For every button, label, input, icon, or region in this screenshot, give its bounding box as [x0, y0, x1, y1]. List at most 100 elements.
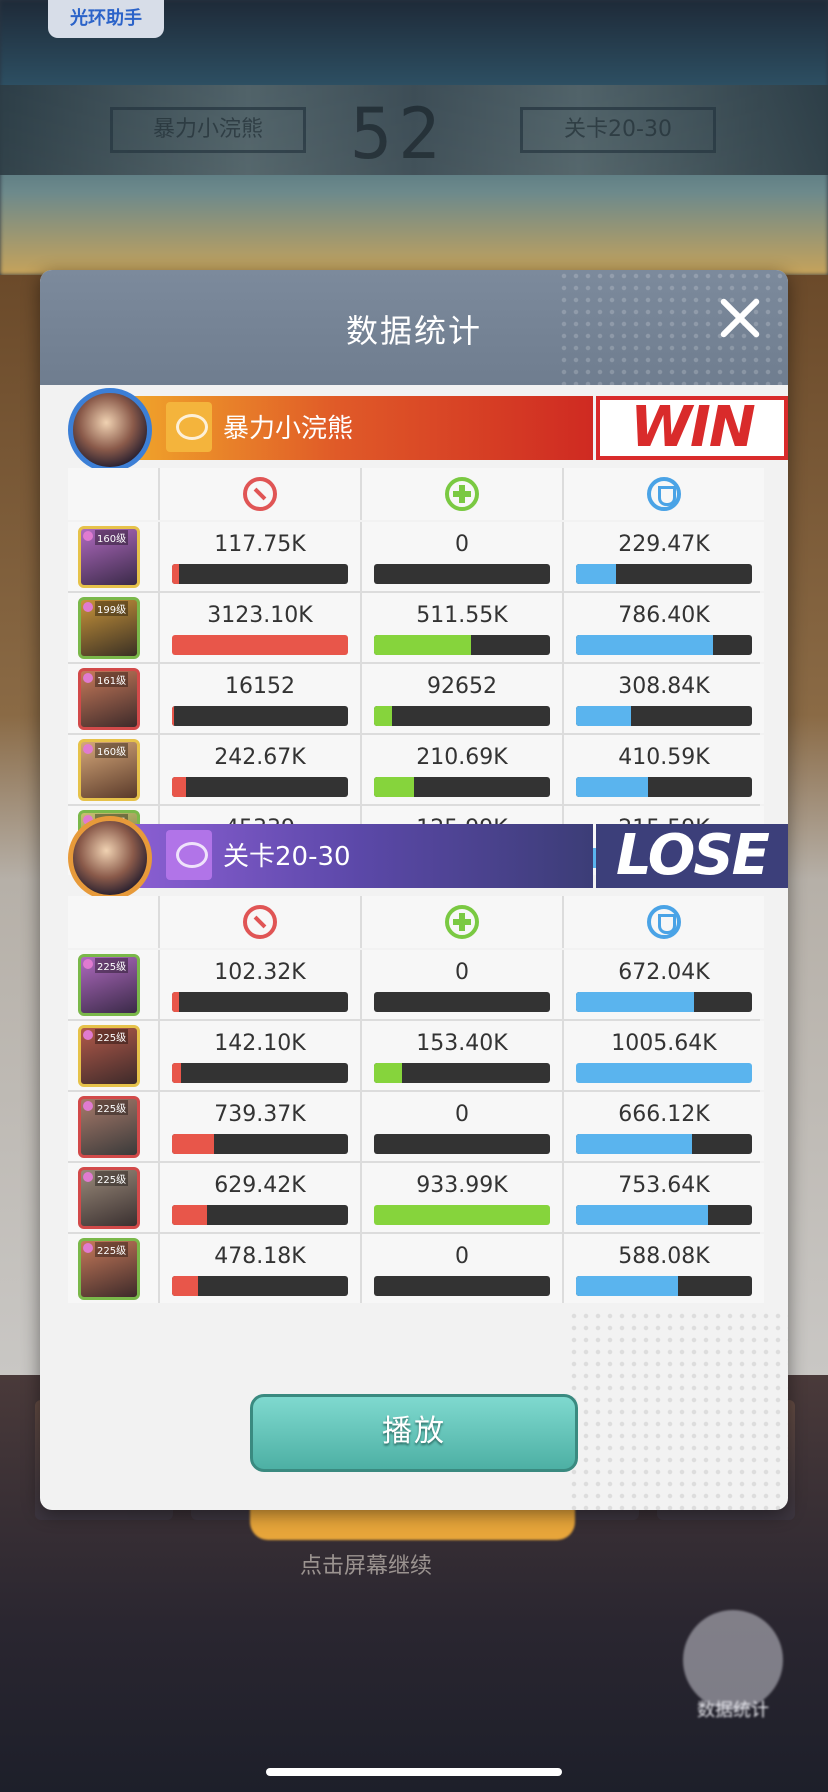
- defense-bar: [576, 1063, 752, 1083]
- gem-icon: [83, 1101, 93, 1111]
- defense-value: 588.08K: [618, 1244, 710, 1269]
- damage-bar: [172, 635, 348, 655]
- team-header: 关卡20-30 LOSE: [68, 816, 788, 900]
- close-icon[interactable]: [714, 292, 766, 344]
- defense-bar: [576, 777, 752, 797]
- damage-icon: [243, 905, 277, 939]
- defense-bar-fill: [576, 564, 617, 584]
- defense-value: 753.64K: [618, 1173, 710, 1198]
- heal-value: 0: [455, 1244, 469, 1269]
- defense-bar: [576, 706, 752, 726]
- hero-portrait[interactable]: 161级: [78, 668, 140, 730]
- damage-cell: 739.37K: [160, 1092, 360, 1161]
- stats-dialog: 数据统计 暴力小浣熊 WIN 160级 117.75K 0 229.47K 199级 31…: [40, 270, 788, 1510]
- heal-cell: 92652: [362, 664, 562, 733]
- heal-bar: [374, 777, 550, 797]
- gem-icon: [83, 673, 93, 683]
- defense-value: 786.40K: [618, 603, 710, 628]
- heal-value: 0: [455, 532, 469, 557]
- defense-value: 229.47K: [618, 532, 710, 557]
- team-name: 暴力小浣熊: [223, 414, 354, 444]
- defense-cell: 410.59K: [564, 735, 764, 804]
- heal-value: 210.69K: [416, 745, 508, 770]
- damage-bar: [172, 1063, 348, 1083]
- hero-cell: 161级: [68, 664, 158, 733]
- defense-cell: 308.84K: [564, 664, 764, 733]
- damage-bar: [172, 1205, 348, 1225]
- hero-portrait[interactable]: 225级: [78, 1167, 140, 1229]
- damage-value: 16152: [225, 674, 295, 699]
- heal-value: 153.40K: [416, 1031, 508, 1056]
- defense-bar: [576, 564, 752, 584]
- heal-cell: 511.55K: [362, 593, 562, 662]
- heal-bar-fill: [374, 635, 471, 655]
- gem-icon: [83, 602, 93, 612]
- damage-bar-fill: [172, 777, 187, 797]
- defense-value: 308.84K: [618, 674, 710, 699]
- stats-rows: 225级 102.32K 0 672.04K 225级 142.10K 153.40K 100…: [68, 950, 764, 1303]
- damage-value: 142.10K: [214, 1031, 306, 1056]
- defense-bar-fill: [576, 706, 631, 726]
- defense-value: 1005.64K: [611, 1031, 717, 1056]
- team-avatar: [68, 388, 152, 472]
- gem-icon: [83, 531, 93, 541]
- hero-cell: 225级: [68, 950, 158, 1019]
- damage-bar-fill: [172, 1134, 215, 1154]
- hero-portrait[interactable]: 199级: [78, 597, 140, 659]
- heal-header: [362, 896, 562, 948]
- damage-cell: 16152: [160, 664, 360, 733]
- hero-portrait[interactable]: 225级: [78, 1096, 140, 1158]
- damage-bar-fill: [172, 1205, 208, 1225]
- team-section-1: 暴力小浣熊 WIN 160级 117.75K 0 229.47K 199级 3123.10…: [68, 388, 788, 875]
- damage-bar: [172, 564, 348, 584]
- hero-cell: 225级: [68, 1163, 158, 1232]
- heal-cell: 0: [362, 522, 562, 591]
- dialog-header: 数据统计: [40, 270, 788, 385]
- hero-level: 160级: [95, 743, 129, 758]
- home-indicator[interactable]: [266, 1768, 562, 1776]
- damage-bar-fill: [172, 1276, 199, 1296]
- damage-value: 478.18K: [214, 1244, 306, 1269]
- damage-value: 242.67K: [214, 745, 306, 770]
- defense-bar: [576, 1205, 752, 1225]
- heal-icon: [445, 905, 479, 939]
- heal-bar: [374, 635, 550, 655]
- damage-cell: 142.10K: [160, 1021, 360, 1090]
- damage-value: 739.37K: [214, 1102, 306, 1127]
- hero-level: 161级: [95, 672, 129, 687]
- shield-icon: [647, 905, 681, 939]
- defense-bar-fill: [576, 1134, 693, 1154]
- hero-portrait[interactable]: 225级: [78, 954, 140, 1016]
- defense-cell: 753.64K: [564, 1163, 764, 1232]
- damage-value: 117.75K: [214, 532, 306, 557]
- heal-bar-fill: [374, 1205, 550, 1225]
- bg-score: 52: [350, 93, 447, 175]
- hero-portrait[interactable]: 160级: [78, 739, 140, 801]
- defense-header: [564, 468, 764, 520]
- defense-value: 410.59K: [618, 745, 710, 770]
- hero-portrait[interactable]: 225级: [78, 1238, 140, 1300]
- heal-bar: [374, 564, 550, 584]
- heal-bar: [374, 1134, 550, 1154]
- defense-bar-fill: [576, 992, 694, 1012]
- damage-bar: [172, 1134, 348, 1154]
- defense-bar: [576, 635, 752, 655]
- team-avatar: [68, 816, 152, 900]
- heal-value: 0: [455, 960, 469, 985]
- heal-cell: 0: [362, 950, 562, 1019]
- helper-tag[interactable]: 光环助手: [48, 0, 164, 38]
- gem-icon: [83, 1172, 93, 1182]
- damage-icon: [243, 477, 277, 511]
- result-badge: LOSE: [596, 824, 788, 888]
- heal-value: 92652: [427, 674, 497, 699]
- damage-cell: 629.42K: [160, 1163, 360, 1232]
- defense-bar: [576, 1276, 752, 1296]
- damage-bar-fill: [172, 992, 180, 1012]
- hero-portrait[interactable]: 160级: [78, 526, 140, 588]
- play-button[interactable]: 播放: [250, 1394, 578, 1472]
- hero-level: 160级: [95, 530, 129, 545]
- hero-portrait[interactable]: 225级: [78, 1025, 140, 1087]
- gem-icon: [83, 959, 93, 969]
- defense-cell: 229.47K: [564, 522, 764, 591]
- hero-cell: 225级: [68, 1092, 158, 1161]
